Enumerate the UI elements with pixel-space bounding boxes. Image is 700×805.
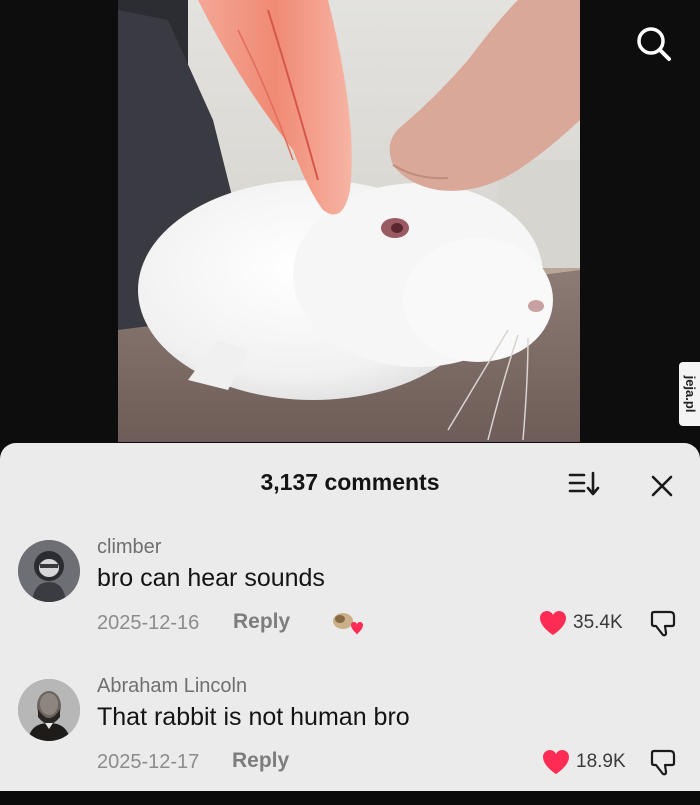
sort-icon xyxy=(568,471,600,496)
rabbit-video-image xyxy=(118,0,580,442)
avatar[interactable] xyxy=(18,540,80,602)
like-count: 18.9K xyxy=(576,751,626,772)
comment-text: bro can hear sounds xyxy=(97,564,325,592)
lincoln-avatar-image xyxy=(18,679,80,741)
dislike-icon xyxy=(650,610,676,637)
video-player[interactable]: jeja.pl xyxy=(0,0,700,450)
close-comments-button[interactable] xyxy=(646,469,678,501)
like-button[interactable]: 18.9K xyxy=(541,745,626,779)
climber-avatar-image xyxy=(18,540,80,602)
heart-icon xyxy=(540,611,566,635)
comments-sheet: 3,137 comments climber bro can hear soun… xyxy=(0,443,700,791)
jeja-watermark: jeja.pl xyxy=(679,362,700,426)
comment-text: That rabbit is not human bro xyxy=(97,703,410,731)
comment-username[interactable]: Abraham Lincoln xyxy=(97,675,247,698)
close-icon xyxy=(651,475,673,497)
search-button[interactable] xyxy=(632,22,676,66)
avatar[interactable] xyxy=(18,679,80,741)
dislike-button[interactable] xyxy=(648,608,680,638)
dislike-icon xyxy=(650,749,676,776)
creator-liked-sticker xyxy=(330,606,364,638)
dislike-button[interactable] xyxy=(648,747,680,777)
comment-date: 2025-12-17 xyxy=(97,751,200,773)
comment-item: climber bro can hear sounds 2025-12-16 R… xyxy=(0,536,700,666)
reply-button[interactable]: Reply xyxy=(232,749,289,773)
like-button[interactable]: 35.4K xyxy=(538,606,623,640)
comment-username[interactable]: climber xyxy=(97,536,161,559)
reply-button[interactable]: Reply xyxy=(233,610,290,634)
video-frame[interactable] xyxy=(118,0,580,442)
search-icon xyxy=(637,27,671,61)
comment-date: 2025-12-16 xyxy=(97,612,200,634)
comment-item: Abraham Lincoln That rabbit is not human… xyxy=(0,675,700,805)
watermark-text: jeja.pl xyxy=(683,375,698,413)
sort-comments-button[interactable] xyxy=(564,469,604,499)
watermark-logo: jeja.pl xyxy=(683,375,698,413)
like-count: 35.4K xyxy=(573,612,623,633)
creator-liked-icon xyxy=(333,613,363,635)
heart-icon xyxy=(543,750,569,774)
